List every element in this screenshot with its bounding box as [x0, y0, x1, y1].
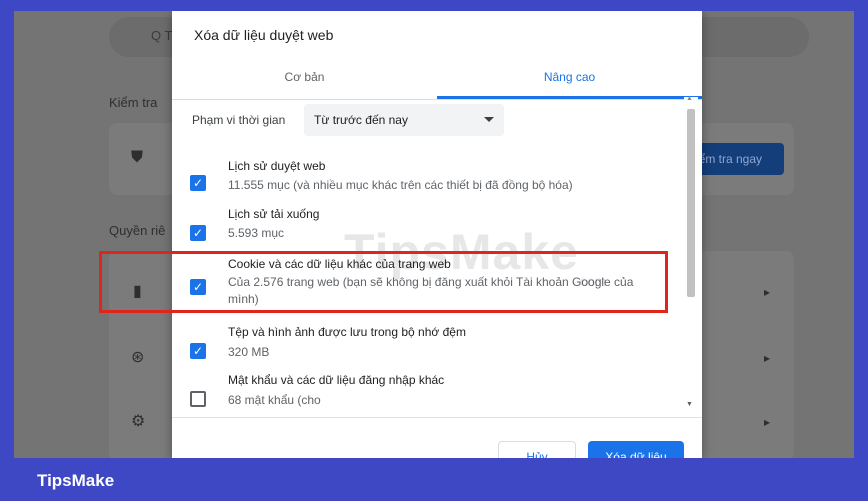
chevron-right-icon: ▸ — [764, 351, 771, 365]
privacy-heading: Quyền riê — [109, 223, 166, 238]
chevron-right-icon: ▸ — [764, 285, 771, 299]
tab-basic[interactable]: Cơ bản — [172, 55, 437, 99]
caret-down-icon — [484, 117, 494, 122]
scroll-down-arrow-icon[interactable]: ▼ — [686, 401, 693, 408]
option-title: Lịch sử duyệt web — [228, 159, 326, 173]
safety-check-heading: Kiểm tra — [109, 95, 158, 110]
tab-advanced[interactable]: Nâng cao — [437, 55, 702, 99]
time-range-label: Phạm vi thời gian — [192, 113, 286, 127]
time-range-select[interactable]: Từ trước đến nay — [304, 104, 504, 136]
option-desc: 68 mật khẩu (cho — [228, 393, 321, 407]
scrollbar-thumb[interactable] — [687, 109, 695, 297]
scroll-up-arrow-icon[interactable]: ▲ — [686, 95, 693, 102]
checkbox-download-history[interactable]: ✓ — [190, 225, 206, 241]
option-title: Mật khẩu và các dữ liệu đăng nhập khác — [228, 373, 445, 387]
annotation-highlight-box — [99, 251, 668, 313]
cancel-button[interactable]: Hủy — [498, 441, 576, 458]
option-desc: 11.555 mục (và nhiều mục khác trên các t… — [228, 178, 573, 192]
checkbox-cache[interactable]: ✓ — [190, 343, 206, 359]
dialog-tabs: Cơ bản Nâng cao — [172, 55, 702, 100]
option-title: Tệp và hình ảnh được lưu trong bộ nhớ đệ… — [228, 325, 466, 339]
dialog-title: Xóa dữ liệu duyệt web — [194, 27, 334, 43]
shield-icon: ⛊ — [131, 149, 144, 166]
cookie-icon: ⊛ — [131, 349, 145, 366]
option-title: Lịch sử tải xuống — [228, 207, 320, 221]
chevron-right-icon: ▸ — [764, 415, 771, 429]
option-desc: 320 MB — [228, 345, 270, 359]
time-range-value: Từ trước đến nay — [314, 113, 408, 127]
dialog-footer-divider — [172, 417, 702, 418]
checkbox-passwords[interactable] — [190, 391, 206, 407]
brand-footer-bar — [0, 458, 868, 501]
brand-label: TipsMake — [37, 471, 115, 490]
clear-data-button[interactable]: Xóa dữ liệu — [588, 441, 684, 458]
browser-viewport: Q Ti Kiểm tra ⛊ iểm tra ngay Quyền riê ▮… — [14, 11, 854, 458]
settings-icon: ⚙ — [131, 413, 146, 430]
checkbox-browsing-history[interactable]: ✓ — [190, 175, 206, 191]
active-tab-indicator — [437, 96, 702, 99]
